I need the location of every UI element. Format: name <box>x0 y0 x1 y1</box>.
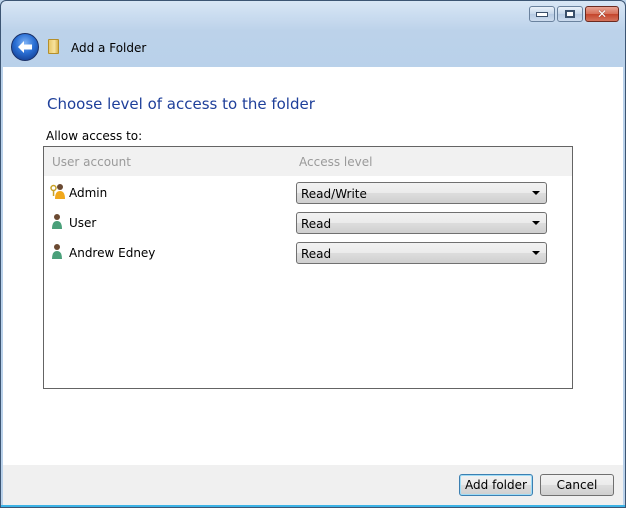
table-row: Admin Read/Write <box>44 177 572 207</box>
table-row: Andrew Edney Read <box>44 237 572 267</box>
maximize-icon <box>565 10 575 18</box>
column-header-access-level[interactable]: Access level <box>299 155 372 169</box>
chevron-down-icon <box>532 221 540 225</box>
list-header: User account Access level <box>44 147 572 176</box>
user-icon <box>52 244 62 259</box>
back-arrow-icon <box>18 41 32 53</box>
dialog-footer: Add folder Cancel <box>3 465 623 505</box>
back-button[interactable] <box>11 33 39 61</box>
caption-buttons: ✕ <box>529 6 619 22</box>
page-heading: Choose level of access to the folder <box>47 95 315 113</box>
add-folder-window: ✕ Add a Folder Choose level of access to… <box>0 0 626 508</box>
chevron-down-icon <box>532 251 540 255</box>
cancel-button[interactable]: Cancel <box>540 474 614 496</box>
close-button[interactable]: ✕ <box>585 6 619 22</box>
access-level-value: Read <box>301 217 332 231</box>
access-level-dropdown[interactable]: Read/Write <box>296 182 547 204</box>
table-row: User Read <box>44 207 572 237</box>
content-area: Choose level of access to the folder All… <box>3 67 623 465</box>
window-title: Add a Folder <box>71 41 147 55</box>
user-icon <box>52 214 62 229</box>
admin-user-icon <box>50 184 65 199</box>
add-folder-button[interactable]: Add folder <box>459 474 533 496</box>
chevron-down-icon <box>532 191 540 195</box>
access-level-value: Read <box>301 247 332 261</box>
access-level-value: Read/Write <box>301 187 367 201</box>
minimize-button[interactable] <box>529 6 555 22</box>
access-level-dropdown[interactable]: Read <box>296 242 547 264</box>
allow-access-label: Allow access to: <box>46 129 143 143</box>
access-level-dropdown[interactable]: Read <box>296 212 547 234</box>
user-name: Admin <box>69 186 108 200</box>
user-name: User <box>69 216 97 230</box>
maximize-button[interactable] <box>557 6 583 22</box>
minimize-icon <box>536 11 548 17</box>
column-header-user-account[interactable]: User account <box>52 155 131 169</box>
user-name: Andrew Edney <box>69 246 156 260</box>
folder-icon <box>48 39 59 54</box>
close-icon: ✕ <box>596 7 608 21</box>
access-list: User account Access level Admin Read/Wri… <box>43 146 573 389</box>
